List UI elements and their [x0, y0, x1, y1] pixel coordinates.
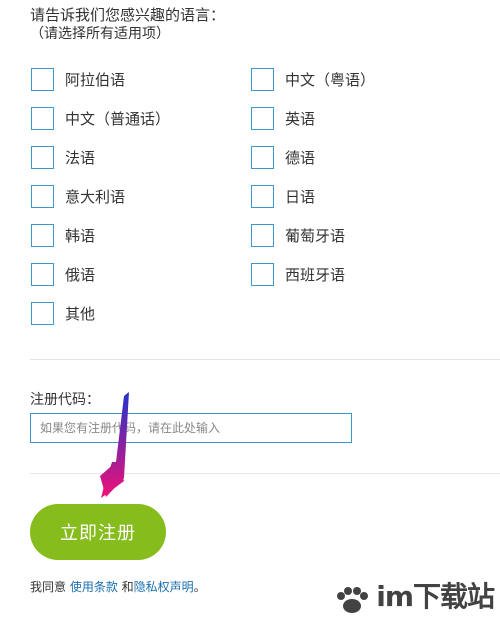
- language-option-cantonese[interactable]: 中文（粤语）: [251, 67, 375, 91]
- language-option-german[interactable]: 德语: [251, 145, 315, 169]
- language-option-arabic[interactable]: 阿拉伯语: [31, 67, 125, 91]
- checkbox-russian[interactable]: [31, 262, 54, 286]
- language-label: 西班牙语: [285, 265, 346, 284]
- language-option-english[interactable]: 英语: [251, 106, 315, 130]
- checkbox-japanese[interactable]: [251, 184, 274, 208]
- language-label: 意大利语: [65, 187, 126, 206]
- checkbox-mandarin[interactable]: [31, 106, 54, 130]
- language-label: 韩语: [65, 226, 96, 245]
- checkbox-spanish[interactable]: [251, 262, 274, 286]
- checkbox-italian[interactable]: [31, 184, 54, 208]
- language-option-mandarin[interactable]: 中文（普通话）: [31, 106, 170, 130]
- language-label: 英语: [285, 109, 316, 128]
- registration-code-input[interactable]: [30, 413, 352, 443]
- language-option-spanish[interactable]: 西班牙语: [251, 262, 345, 286]
- checkbox-cantonese[interactable]: [251, 67, 274, 91]
- checkbox-english[interactable]: [251, 106, 274, 130]
- terms-agreement: 我同意 使用条款 和隐私权声明。: [30, 578, 206, 595]
- language-prompt: 请告诉我们您感兴趣的语言：: [30, 6, 226, 24]
- language-prompt-hint: （请选择所有适用项）: [30, 26, 170, 42]
- language-label: 葡萄牙语: [285, 226, 346, 245]
- checkbox-german[interactable]: [251, 145, 274, 169]
- language-label: 俄语: [65, 265, 96, 284]
- language-option-other[interactable]: 其他: [31, 301, 95, 325]
- agree-and: 和: [117, 580, 134, 594]
- language-label: 法语: [65, 148, 96, 167]
- section-divider: [30, 473, 500, 474]
- terms-of-use-link[interactable]: 使用条款: [70, 580, 118, 594]
- language-label: 阿拉伯语: [65, 70, 126, 89]
- agree-suffix: 。: [193, 580, 206, 594]
- register-now-button[interactable]: 立即注册: [30, 504, 166, 560]
- section-divider: [30, 359, 500, 360]
- checkbox-other[interactable]: [31, 301, 54, 325]
- language-label: 德语: [285, 148, 316, 167]
- checkbox-french[interactable]: [31, 145, 54, 169]
- checkbox-arabic[interactable]: [31, 67, 54, 91]
- language-option-japanese[interactable]: 日语: [251, 184, 315, 208]
- language-label: 中文（粤语）: [285, 70, 376, 89]
- agree-prefix: 我同意: [30, 580, 70, 594]
- language-option-french[interactable]: 法语: [31, 145, 95, 169]
- language-label: 中文（普通话）: [65, 109, 171, 128]
- paw-icon: [337, 587, 369, 613]
- language-option-italian[interactable]: 意大利语: [31, 184, 125, 208]
- checkbox-korean[interactable]: [31, 223, 54, 247]
- registration-code-label: 注册代码：: [30, 392, 100, 408]
- watermark-text: im下载站: [376, 580, 495, 613]
- language-option-russian[interactable]: 俄语: [31, 262, 95, 286]
- language-label: 其他: [65, 304, 96, 323]
- privacy-statement-link[interactable]: 隐私权声明: [134, 580, 194, 594]
- language-option-portuguese[interactable]: 葡萄牙语: [251, 223, 345, 247]
- checkbox-portuguese[interactable]: [251, 223, 274, 247]
- language-label: 日语: [285, 187, 316, 206]
- watermark: im下载站: [332, 575, 495, 615]
- language-option-korean[interactable]: 韩语: [31, 223, 95, 247]
